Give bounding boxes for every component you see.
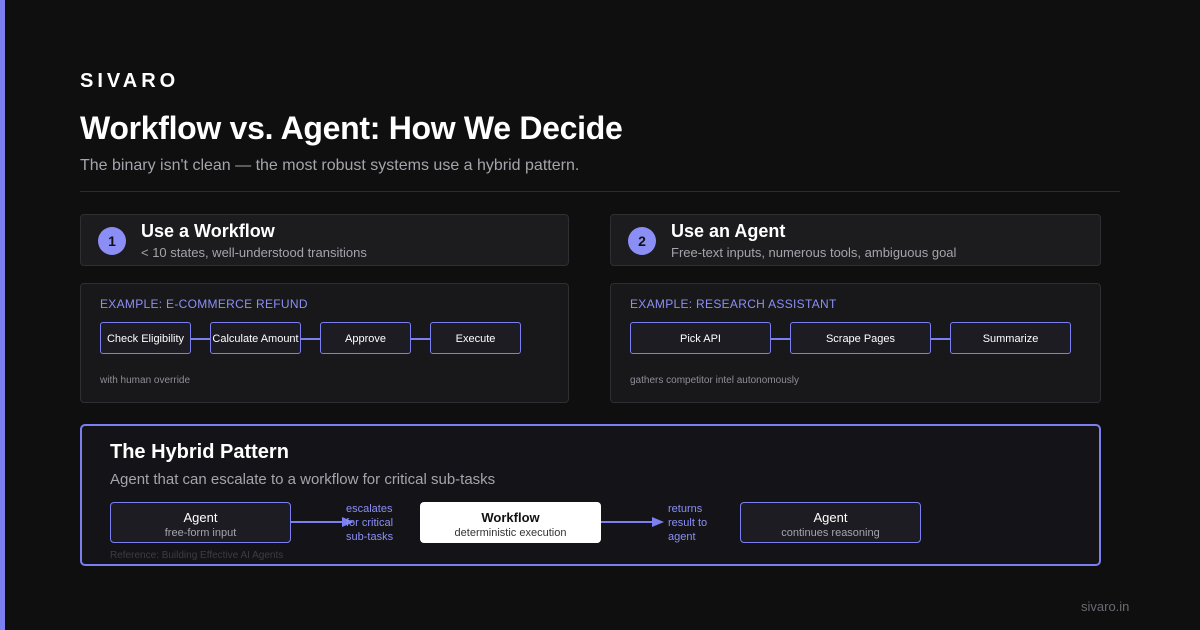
node-title: Agent xyxy=(183,510,218,525)
edge-label-line: for critical xyxy=(346,517,394,529)
step-connector xyxy=(411,338,430,340)
accent-bar xyxy=(0,0,5,630)
node-subtitle: deterministic execution xyxy=(454,527,567,539)
option-number-badge: 2 xyxy=(628,227,656,255)
option-number-badge: 1 xyxy=(98,227,126,255)
node-title: Workflow xyxy=(481,510,540,525)
edge-label-line: escalates xyxy=(346,503,393,515)
agent-option-card: 2 Use an Agent Free-text inputs, numerou… xyxy=(610,214,1101,266)
hybrid-node-agent-continue: Agent continues reasoning xyxy=(740,502,921,543)
step-connector xyxy=(771,338,790,340)
divider xyxy=(80,191,1120,192)
node-subtitle: free-form input xyxy=(164,527,237,539)
workflow-step-execute: Execute xyxy=(430,322,521,354)
return-arrowhead xyxy=(652,517,664,527)
example-label: EXAMPLE: E-COMMERCE REFUND xyxy=(100,297,308,311)
agent-example-card: EXAMPLE: RESEARCH ASSISTANT Pick API Scr… xyxy=(610,283,1101,403)
return-label: returns result to agent xyxy=(668,502,707,544)
hybrid-node-workflow: Workflow deterministic execution xyxy=(420,502,601,543)
step-connector xyxy=(301,338,320,340)
workflow-step-check-eligibility: Check Eligibility xyxy=(100,322,191,354)
edge-label-line: result to xyxy=(668,517,708,529)
option-title: Use an Agent xyxy=(671,221,786,241)
option-description: Free-text inputs, numerous tools, ambigu… xyxy=(671,245,957,260)
page-title: Workflow vs. Agent: How We Decide xyxy=(80,110,623,146)
reference-note: Reference: Building Effective AI Agents xyxy=(110,550,284,561)
page-subtitle: The binary isn't clean — the most robust… xyxy=(80,157,580,174)
hybrid-pattern-card: The Hybrid Pattern Agent that can escala… xyxy=(80,424,1101,566)
escalate-label: escalates for critical sub-tasks xyxy=(346,502,393,544)
agent-step-pick-api: Pick API xyxy=(630,322,771,354)
workflow-option-card: 1 Use a Workflow < 10 states, well-under… xyxy=(80,214,569,266)
step-connector xyxy=(931,338,950,340)
brand-logo: SIVARO xyxy=(80,70,180,92)
workflow-example-card: EXAMPLE: E-COMMERCE REFUND Check Eligibi… xyxy=(80,283,569,403)
workflow-step-calculate-amount: Calculate Amount xyxy=(210,322,301,354)
example-label: EXAMPLE: RESEARCH ASSISTANT xyxy=(630,297,837,311)
step-connector xyxy=(191,338,210,340)
hybrid-node-agent-start: Agent free-form input xyxy=(110,502,291,543)
workflow-step-approve: Approve xyxy=(320,322,411,354)
footer-url: sivaro.in xyxy=(1081,599,1130,614)
node-subtitle: continues reasoning xyxy=(781,527,880,539)
node-title: Agent xyxy=(813,510,848,525)
hybrid-arrows xyxy=(291,517,664,527)
edge-label-line: agent xyxy=(668,531,696,543)
example-note: gathers competitor intel autonomously xyxy=(630,375,799,386)
edge-label-line: sub-tasks xyxy=(346,531,394,543)
example-note: with human override xyxy=(100,375,191,386)
option-description: < 10 states, well-understood transitions xyxy=(141,245,367,260)
option-title: Use a Workflow xyxy=(141,221,275,241)
agent-step-scrape-pages: Scrape Pages xyxy=(790,322,931,354)
agent-step-summarize: Summarize xyxy=(950,322,1071,354)
edge-label-line: returns xyxy=(668,503,703,515)
